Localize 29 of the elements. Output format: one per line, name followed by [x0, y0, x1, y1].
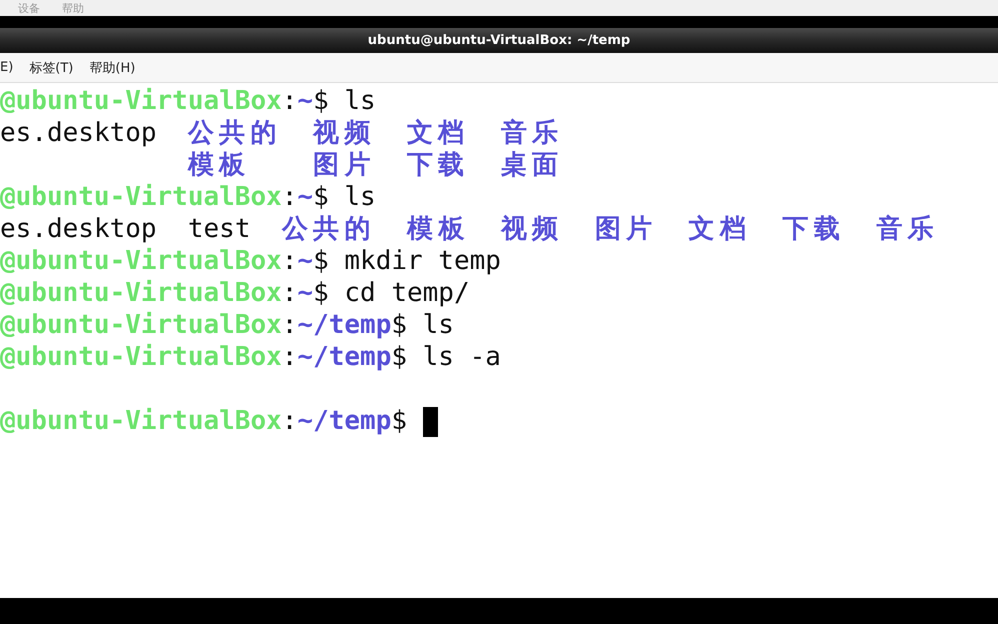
menu-item[interactable]: 标签(T) [29, 56, 74, 78]
terminal-line: @ubuntu-VirtualBox:~/temp$ [0, 406, 408, 436]
folder-name: 图片 [313, 149, 372, 181]
terminal-line: @ubuntu-VirtualBox:~/temp$ ls [0, 310, 454, 340]
folder-name: 视频 [500, 213, 560, 245]
terminal-line: @ubuntu-VirtualBox:~$ cd temp/ [0, 278, 470, 308]
folder-name: 模板 [406, 213, 466, 245]
folder-name: 文档 [688, 213, 747, 245]
window-title: ubuntu@ubuntu-VirtualBox: ~/temp [368, 33, 630, 48]
terminal-line: @ubuntu-VirtualBox:~$ ls [0, 182, 376, 212]
folder-name: 图片 [594, 213, 654, 245]
file-name: test [188, 213, 250, 245]
folder-name: 下载 [406, 149, 466, 181]
terminal-line: @ubuntu-VirtualBox:~$ mkdir temp [0, 246, 501, 276]
folder-name: 文档 [406, 117, 466, 149]
file-name: es.desktop [0, 213, 157, 245]
menu-item[interactable]: 帮助(H) [89, 56, 136, 78]
menu-item[interactable]: E) [0, 58, 14, 77]
terminal-line: @ubuntu-VirtualBox:~/temp$ ls -a [0, 342, 501, 372]
folder-name: 公共的 [282, 213, 372, 245]
folder-name: 视频 [313, 117, 372, 149]
terminal-line: @ubuntu-VirtualBox:~$ ls [0, 86, 376, 116]
folder-name: 桌面 [500, 149, 560, 181]
file-name: es.desktop [0, 117, 157, 149]
folder-name: 音乐 [876, 213, 935, 245]
folder-name: 音乐 [500, 117, 560, 149]
folder-name: 公共的 [188, 117, 278, 149]
folder-name: 模板 [188, 149, 246, 181]
folder-name: 下载 [782, 213, 841, 245]
